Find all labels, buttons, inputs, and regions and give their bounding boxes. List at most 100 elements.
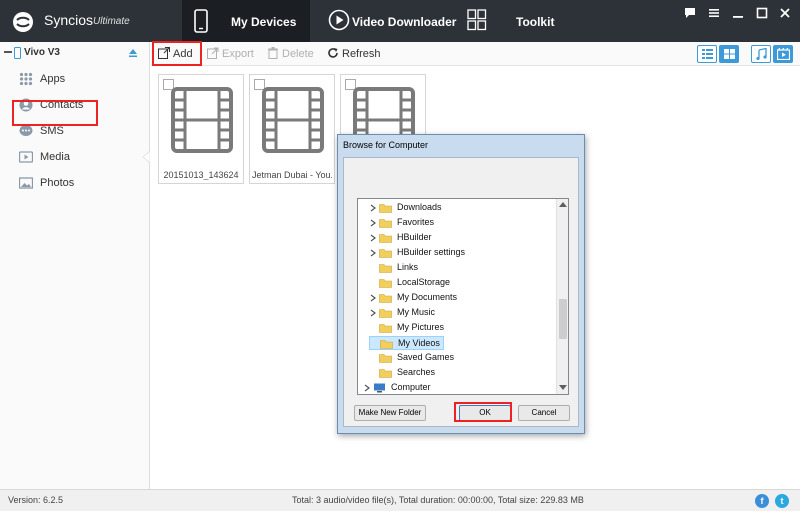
phone-icon (14, 47, 21, 59)
folder-tree-item[interactable]: My Documents (369, 291, 457, 305)
tab-toolkit-label: Toolkit (516, 15, 555, 29)
list-view-button[interactable] (697, 45, 717, 63)
folder-tree-item[interactable]: Downloads (369, 201, 444, 215)
app-edition: Ultimate (93, 16, 130, 27)
folder-tree-item[interactable]: Searches (369, 366, 444, 380)
scroll-down-icon[interactable] (559, 385, 567, 391)
folder-tree-item-label: My Pictures (397, 322, 445, 332)
folder-tree-item[interactable]: My Videos (369, 336, 444, 350)
phone-icon (194, 9, 208, 33)
tile-caption: Jetman Dubai - You... (252, 170, 332, 180)
folder-tree-item[interactable]: Saved Games (369, 351, 454, 365)
folder-tree-item[interactable]: Favorites (369, 216, 444, 230)
photos-icon (19, 177, 33, 189)
folder-tree-item[interactable]: My Pictures (369, 321, 444, 335)
expand-arrow-icon[interactable] (369, 219, 377, 227)
tab-my-devices[interactable]: My Devices (182, 0, 310, 42)
media-highlight-box (12, 100, 98, 126)
maximize-icon[interactable] (755, 6, 769, 20)
folder-tree-item[interactable]: Computer (363, 381, 433, 394)
folder-tree-item[interactable]: HBuilder (369, 231, 444, 245)
device-selector[interactable]: Vivo V3 (0, 42, 150, 64)
version-label: Version: 6.2.5 (8, 495, 64, 505)
expand-arrow-icon[interactable] (369, 249, 377, 257)
cancel-button[interactable]: Cancel (518, 405, 570, 421)
folder-tree-item-label: Searches (397, 367, 436, 377)
minimize-icon[interactable] (731, 6, 745, 20)
folder-tree-item[interactable]: HBuilder settings (369, 246, 465, 260)
expand-arrow-icon[interactable] (369, 204, 377, 212)
grid-view-button[interactable] (719, 45, 739, 63)
film-icon (262, 87, 324, 153)
folder-icon (379, 219, 392, 228)
folder-icon (379, 204, 392, 213)
status-summary: Total: 3 audio/video file(s), Total dura… (292, 495, 584, 505)
dialog-title: Browse for Computer (343, 140, 429, 150)
facebook-icon[interactable]: f (755, 494, 769, 508)
folder-icon (379, 279, 392, 288)
refresh-button-label: Refresh (342, 48, 381, 60)
expand-arrow-icon[interactable] (363, 384, 371, 392)
make-new-folder-button[interactable]: Make New Folder (354, 405, 426, 421)
sidebar-item-media[interactable]: Media (0, 144, 150, 170)
tab-my-devices-label: My Devices (231, 15, 297, 29)
folder-tree-item[interactable]: LocalStorage (369, 276, 450, 290)
expand-arrow-icon[interactable] (369, 309, 377, 317)
tab-toolkit[interactable]: Toolkit (462, 0, 572, 42)
menu-icon[interactable] (707, 6, 721, 20)
toolkit-grid-icon (467, 9, 487, 31)
folder-tree-item[interactable]: Links (369, 261, 444, 275)
export-button-label: Export (222, 48, 254, 60)
tree-scrollbar[interactable] (556, 199, 568, 394)
sidebar-item-photos[interactable]: Photos (0, 170, 150, 196)
collapse-minus-icon[interactable] (4, 51, 12, 55)
ok-highlight-box (454, 402, 512, 422)
sidebar-item-label: SMS (40, 125, 64, 137)
sidebar-item-apps[interactable]: Apps (0, 66, 150, 92)
folder-tree-item-label: My Videos (398, 338, 440, 348)
play-circle-icon (328, 9, 350, 31)
feedback-icon[interactable] (683, 6, 697, 20)
folder-tree-item-label: HBuilder settings (397, 247, 466, 257)
video-filter-button[interactable] (773, 45, 793, 63)
folder-tree-item-label: HBuilder (397, 232, 432, 242)
folder-tree-item-label: LocalStorage (397, 277, 451, 287)
media-tile[interactable]: 20151013_143624 (158, 74, 244, 184)
selected-pointer-icon (143, 151, 150, 163)
folder-icon (379, 249, 392, 258)
expand-arrow-icon[interactable] (369, 234, 377, 242)
twitter-icon[interactable]: t (775, 494, 789, 508)
tab-video-downloader[interactable]: Video Downloader (320, 0, 460, 42)
sidebar-item-label: Photos (40, 177, 75, 189)
trash-icon (268, 47, 278, 59)
close-icon[interactable] (778, 6, 792, 20)
dialog-body: Downloads Favorites HBuilder HBuilder setti… (343, 157, 579, 427)
media-icon (19, 151, 33, 163)
media-tile[interactable]: Jetman Dubai - You... (249, 74, 335, 184)
video-filter-icon (777, 48, 790, 60)
folder-icon (379, 234, 392, 243)
tile-caption: 20151013_143624 (163, 170, 239, 180)
folder-tree-item[interactable]: My Music (369, 306, 444, 320)
folder-icon (379, 294, 392, 303)
folder-tree[interactable]: Downloads Favorites HBuilder HBuilder setti… (357, 198, 569, 395)
media-toolbar: Add Export Delete Refresh (151, 42, 800, 66)
music-filter-button[interactable] (751, 45, 771, 63)
scroll-thumb[interactable] (559, 299, 567, 339)
browse-for-computer-dialog: Browse for Computer Downloads Favorites HB… (337, 134, 585, 434)
folder-tree-item-label: Downloads (397, 202, 442, 212)
syncios-window: Syncios Ultimate My Devices Video Downlo… (0, 0, 800, 511)
folder-tree-item-label: Saved Games (397, 352, 455, 362)
device-name: Vivo V3 (24, 47, 60, 58)
sidebar-item-label: Media (40, 151, 70, 163)
eject-icon[interactable] (128, 48, 138, 58)
folder-icon (379, 324, 392, 333)
folder-tree-item-label: Favorites (397, 217, 435, 227)
folder-icon (379, 369, 392, 378)
expand-arrow-icon[interactable] (369, 294, 377, 302)
folder-tree-item-label: My Documents (397, 292, 458, 302)
apps-grid-icon (19, 72, 33, 86)
tab-video-downloader-label: Video Downloader (352, 15, 457, 29)
scroll-up-icon[interactable] (559, 201, 567, 207)
list-view-icon (702, 49, 713, 59)
